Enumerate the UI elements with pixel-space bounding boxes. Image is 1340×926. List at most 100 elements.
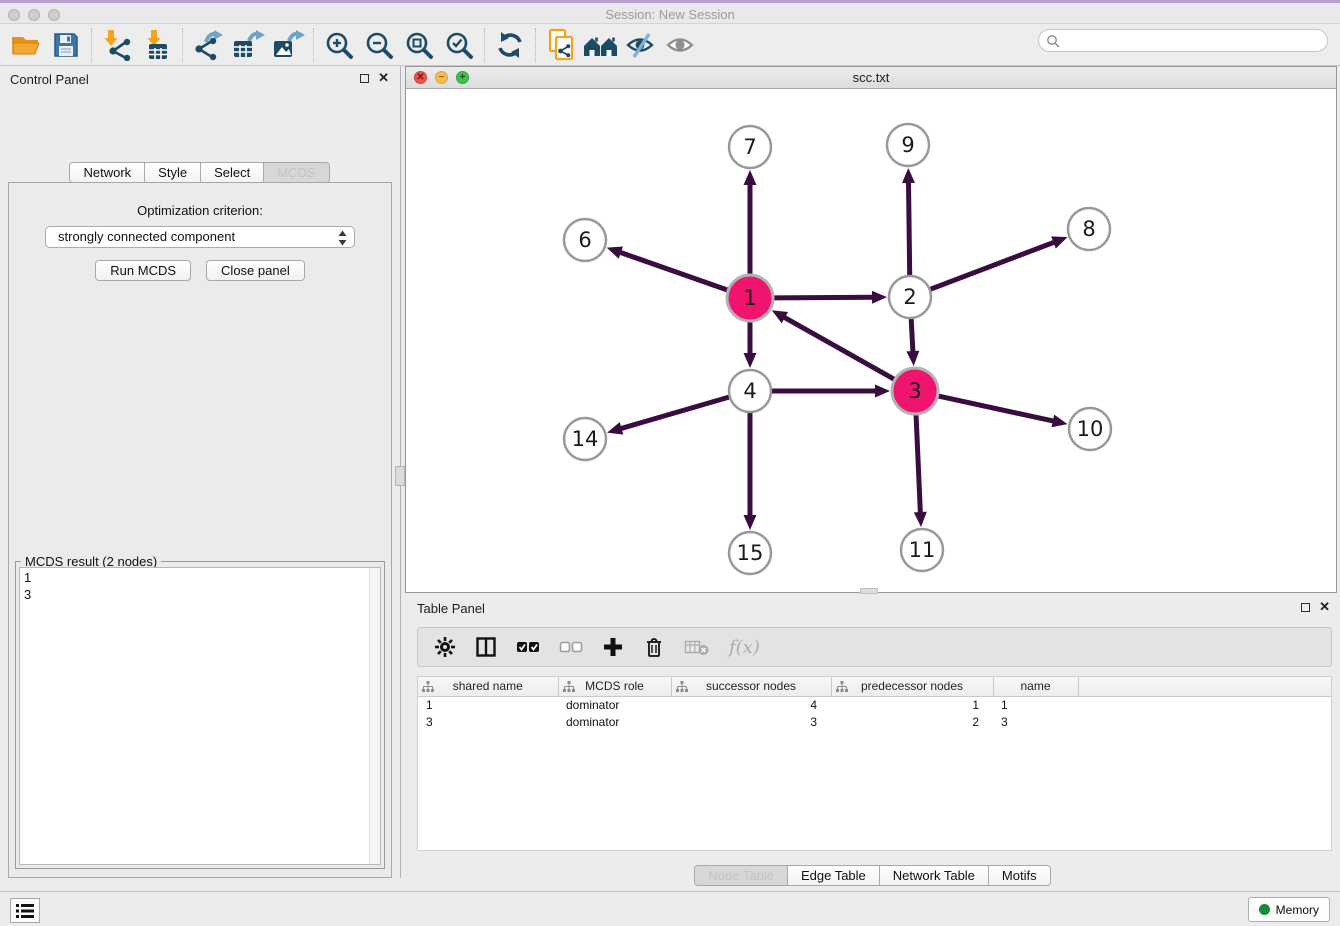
memory-button[interactable]: Memory: [1248, 897, 1330, 922]
zoom-out-button[interactable]: [359, 26, 399, 64]
open-session-button[interactable]: [6, 26, 46, 64]
zoom-fit-icon: [404, 30, 434, 60]
select-all-button[interactable]: [516, 636, 540, 658]
close-network-icon[interactable]: ✕: [414, 71, 427, 84]
col-successor-nodes[interactable]: successor nodes: [671, 677, 831, 696]
tab-select[interactable]: Select: [200, 162, 264, 183]
tab-motifs[interactable]: Motifs: [988, 865, 1051, 886]
edge-3-1[interactable]: [782, 316, 894, 379]
select-all-checked-icon: [516, 636, 540, 658]
tab-mcds[interactable]: MCDS: [263, 162, 329, 183]
hierarchy-icon: [422, 681, 434, 693]
edge-4-14[interactable]: [619, 397, 729, 429]
edge-2-9[interactable]: [908, 180, 909, 275]
table-cell[interactable]: 1: [418, 696, 558, 713]
window-titlebar: Session: New Session: [0, 0, 1340, 24]
col-mcds-role[interactable]: MCDS role: [558, 677, 671, 696]
node-label-6: 6: [578, 228, 591, 252]
deselect-all-button[interactable]: [559, 636, 583, 658]
select-stepper-icon: [338, 230, 347, 246]
apply-function-button[interactable]: f(x): [729, 637, 760, 658]
zoom-in-icon: [324, 30, 354, 60]
mcds-panel-body: Optimization criterion: strongly connect…: [8, 182, 392, 878]
col-predecessor-nodes[interactable]: predecessor nodes: [831, 677, 993, 696]
run-mcds-button[interactable]: Run MCDS: [95, 260, 191, 281]
save-session-button[interactable]: [46, 26, 86, 64]
col-shared-name[interactable]: shared name: [418, 677, 558, 696]
table-row[interactable]: 3dominator323: [418, 713, 1331, 730]
network-graph[interactable]: 7968124314101511: [406, 89, 1336, 592]
apply-layout-button[interactable]: [490, 26, 530, 64]
network-canvas[interactable]: 7968124314101511: [406, 89, 1336, 592]
table-cell[interactable]: 4: [671, 696, 831, 713]
horizontal-splitter-handle[interactable]: [860, 588, 878, 594]
edge-2-3[interactable]: [911, 319, 913, 354]
delete-column-button[interactable]: [643, 636, 665, 658]
function-fx-icon: f(x): [729, 637, 760, 658]
global-search-box[interactable]: [1038, 29, 1328, 52]
edge-1-2[interactable]: [774, 297, 875, 298]
toggle-column-panel-button[interactable]: [475, 636, 497, 658]
tab-node-table[interactable]: Node Table: [694, 865, 788, 886]
edge-arrowhead: [872, 291, 887, 304]
maximize-network-icon[interactable]: +: [456, 71, 469, 84]
network-window-title: scc.txt: [406, 67, 1336, 88]
close-panel-button[interactable]: Close panel: [206, 260, 305, 281]
table-row[interactable]: 1dominator411: [418, 696, 1331, 713]
mcds-result-textarea[interactable]: 1 3: [19, 567, 381, 865]
table-cell[interactable]: 1: [993, 696, 1078, 713]
export-network-button[interactable]: [188, 26, 228, 64]
toolbar-separator: [313, 28, 314, 62]
close-panel-icon[interactable]: ✕: [378, 73, 389, 83]
zoom-selected-button[interactable]: [439, 26, 479, 64]
node-table[interactable]: shared name MCDS role successor nodes pr…: [417, 676, 1332, 851]
table-cell[interactable]: 2: [831, 713, 993, 730]
zoom-fit-button[interactable]: [399, 26, 439, 64]
tab-network-table[interactable]: Network Table: [879, 865, 989, 886]
result-scrollbar[interactable]: [369, 568, 380, 864]
zoom-in-button[interactable]: [319, 26, 359, 64]
node-label-10: 10: [1077, 417, 1104, 441]
network-window-titlebar[interactable]: ✕ − + scc.txt: [406, 67, 1336, 89]
edge-3-10[interactable]: [938, 396, 1055, 421]
import-table-button[interactable]: [137, 26, 177, 64]
table-cell[interactable]: 3: [993, 713, 1078, 730]
table-cell[interactable]: 1: [831, 696, 993, 713]
table-settings-button[interactable]: [434, 636, 456, 658]
tab-network[interactable]: Network: [69, 162, 145, 183]
node-label-2: 2: [903, 285, 916, 309]
tab-style[interactable]: Style: [144, 162, 201, 183]
trash-icon: [643, 636, 665, 658]
edge-2-8[interactable]: [931, 241, 1057, 289]
vertical-splitter-handle[interactable]: [395, 466, 405, 486]
hide-selected-button[interactable]: [621, 26, 661, 64]
table-cell[interactable]: dominator: [558, 713, 671, 730]
refresh-layout-icon: [495, 30, 525, 60]
tab-edge-table[interactable]: Edge Table: [787, 865, 880, 886]
delete-table-button[interactable]: [684, 637, 710, 657]
table-cell[interactable]: dominator: [558, 696, 671, 713]
export-image-button[interactable]: [268, 26, 308, 64]
table-cell[interactable]: 3: [418, 713, 558, 730]
import-network-button[interactable]: [97, 26, 137, 64]
float-panel-icon[interactable]: [360, 74, 369, 83]
edge-1-6[interactable]: [618, 252, 727, 290]
close-table-panel-icon[interactable]: ✕: [1319, 602, 1330, 612]
search-input[interactable]: [1064, 31, 1327, 50]
columns-icon: [475, 636, 497, 658]
col-name[interactable]: name: [993, 677, 1078, 696]
save-floppy-icon: [51, 30, 81, 60]
home-network-button[interactable]: [581, 26, 621, 64]
toolbar-separator: [535, 28, 536, 62]
add-column-button[interactable]: [602, 636, 624, 658]
optimization-criterion-select[interactable]: strongly connected component: [45, 226, 355, 248]
show-all-button[interactable]: [661, 26, 701, 64]
task-history-button[interactable]: [10, 898, 40, 923]
edge-arrowhead: [744, 353, 757, 368]
float-table-panel-icon[interactable]: [1301, 603, 1310, 612]
export-table-button[interactable]: [228, 26, 268, 64]
minimize-network-icon[interactable]: −: [435, 71, 448, 84]
edge-3-11[interactable]: [916, 415, 920, 515]
clone-network-button[interactable]: [541, 26, 581, 64]
table-cell[interactable]: 3: [671, 713, 831, 730]
